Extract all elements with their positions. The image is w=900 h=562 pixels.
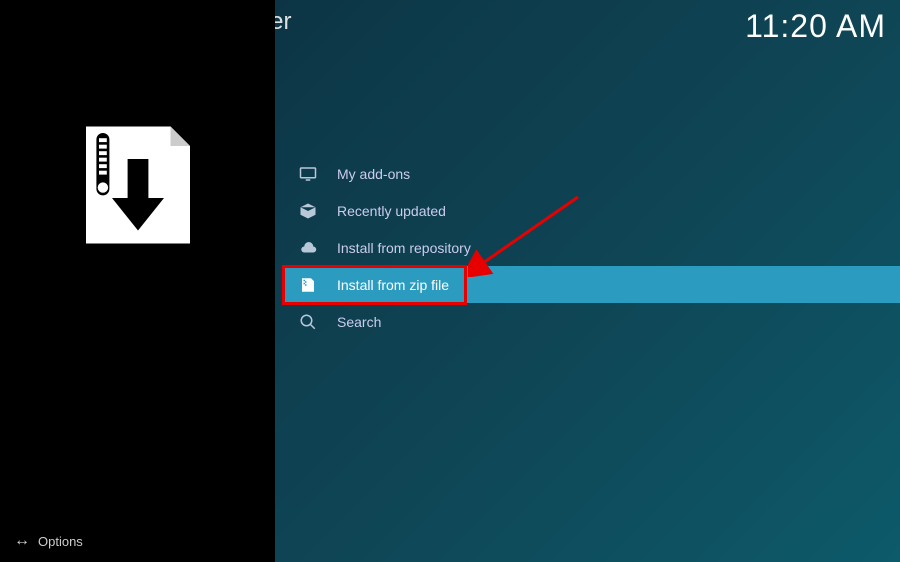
menu-item-install-repository[interactable]: Install from repository	[285, 229, 900, 266]
menu-item-recently-updated[interactable]: Recently updated	[285, 192, 900, 229]
menu-item-label: My add-ons	[337, 166, 410, 182]
sidebar: ↔ Options	[0, 0, 275, 562]
menu-item-label: Install from repository	[337, 240, 471, 256]
install-zip-large-icon	[73, 120, 203, 250]
cloud-download-icon	[297, 237, 319, 259]
footer-options[interactable]: ↔ Options	[14, 532, 83, 550]
menu-item-search[interactable]: Search	[285, 303, 900, 340]
zip-icon	[297, 274, 319, 296]
menu-item-my-addons[interactable]: My add-ons	[285, 155, 900, 192]
menu-list: My add-ons Recently updated Install from…	[285, 155, 900, 340]
clock: 11:20 AM	[745, 8, 886, 45]
menu-item-label: Recently updated	[337, 203, 446, 219]
options-icon: ↔	[14, 532, 30, 550]
box-icon	[297, 200, 319, 222]
monitor-icon	[297, 163, 319, 185]
menu-item-label: Search	[337, 314, 381, 330]
menu-item-install-zip[interactable]: Install from zip file	[285, 266, 900, 303]
options-label: Options	[38, 534, 83, 549]
search-icon	[297, 311, 319, 333]
menu-item-label: Install from zip file	[337, 277, 449, 293]
